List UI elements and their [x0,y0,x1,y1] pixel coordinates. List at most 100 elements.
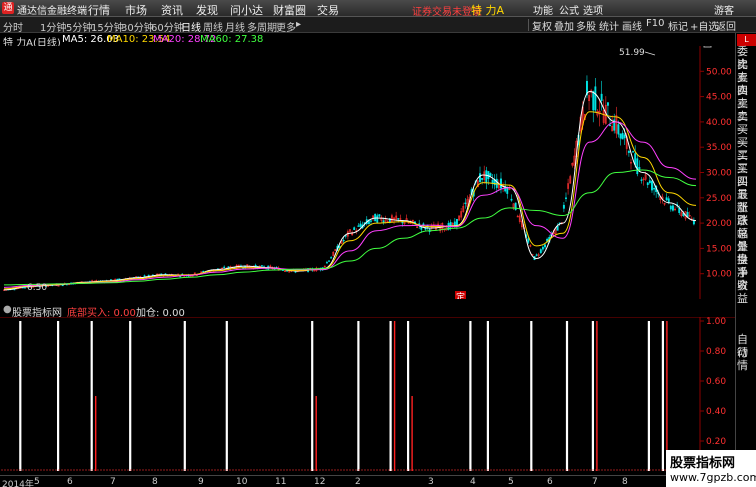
main-indicator-line: 特 力A (日线) MA5: 26.03 MA10: 23.54 MA20: 2… [0,33,700,49]
statistics-button[interactable]: 统计 [597,18,621,33]
candle-body [376,215,379,223]
candle-body [627,150,630,153]
candle-body [325,262,328,264]
site-watermark: 股票指标网 www.7gpzb.com [666,450,756,487]
date-tick-2: 6 [67,477,73,487]
sub-y-axis-label: 0.20 [706,437,726,447]
side-tab-20[interactable]: 行情 [737,346,756,372]
date-tick-3: 7 [110,477,116,487]
date-tick-12: 5 [508,477,514,487]
candle-body [594,86,597,111]
period-monthly[interactable]: 月线 [225,19,245,34]
high-price-label: 51.99 [619,48,645,58]
candle-body [260,265,263,267]
indicator-settings-icon[interactable]: ● [3,304,12,315]
adjust-button[interactable]: 复权 [530,18,554,33]
overlay-button[interactable]: 叠加 [552,18,576,33]
candle-body [357,225,360,227]
candle-body [464,202,467,204]
date-tick-9: 2 [355,477,361,487]
menu-guest[interactable]: 游客 [714,2,734,17]
y-axis-label: 30.00 [706,169,732,179]
menu-wealth-circle[interactable]: 财富圈 [273,2,306,18]
candle-body [202,270,205,273]
more-arrow-icon[interactable]: ▸ [296,19,301,30]
menu-news[interactable]: 资讯 [161,2,183,18]
candle-body [648,180,651,184]
candle-body [378,214,381,217]
candle-body [606,102,609,106]
menu-functions[interactable]: 功能 [533,2,553,17]
candle-body [510,198,513,201]
back-button[interactable]: 返回 [714,18,738,33]
period-daily[interactable]: 日线 [181,19,201,34]
menu-market[interactable]: 市场 [125,2,147,18]
y-axis-label: 35.00 [706,143,732,153]
candle-body [374,213,377,222]
watermark-title: 股票指标网 [670,456,736,471]
multi-stock-button[interactable]: 多股 [574,18,598,33]
candle-body [487,171,490,180]
candle-body [623,134,626,139]
menu-trade[interactable]: 交易 [317,2,339,18]
event-marker-label[interactable]: 定 [456,291,465,299]
menu-options[interactable]: 选项 [583,2,603,17]
date-tick-14: 7 [592,477,598,487]
candle-body [506,187,509,194]
candle-body [422,223,425,225]
date-tick-7: 11 [275,477,287,487]
candle-body [495,178,498,188]
candle-body [527,238,530,243]
y-axis-label: 50.00 [706,67,732,77]
period-30min[interactable]: 30分钟 [121,19,154,34]
period-multi[interactable]: 多周期 [247,19,277,34]
menu-assistant[interactable]: 问小达 [230,2,263,18]
candle-body [669,205,672,210]
candle-body [541,246,544,250]
candle-body [143,275,146,277]
candle-body [328,260,330,262]
candle-body [344,235,347,237]
y-axis-label: 45.00 [706,93,732,103]
menu-bar: 通 通达信金融终端 行情 市场 资讯 发现 问小达 财富圈 交易 证券交易未登录… [0,0,756,18]
menu-discover[interactable]: 发现 [196,2,218,18]
candle-body [353,227,356,230]
candle-body [686,212,689,218]
candle-body [592,91,595,111]
candle-body [118,278,121,280]
sub-y-axis-label: 0.80 [706,347,726,357]
mark-button[interactable]: 标记 [666,18,690,33]
period-more[interactable]: 更多 [276,19,296,34]
candle-body [330,257,333,259]
period-1min[interactable]: 1分钟 [40,19,66,34]
f10-button[interactable]: F10 [644,18,666,32]
candle-body [619,133,622,139]
signal-indicator-chart[interactable]: 1.000.800.600.400.200.00 [0,317,735,475]
candle-body [556,225,559,231]
candle-body [481,178,484,180]
date-tick-11: 4 [470,477,476,487]
period-15min[interactable]: 15分钟 [91,19,124,34]
menu-formulas[interactable]: 公式 [559,2,579,17]
date-tick-8: 12 [314,477,326,487]
period-5min[interactable]: 5分钟 [66,19,92,34]
main-price-chart[interactable]: 50.00 45.00 40.00 35.00 30.00 25.00 20.00 15.00… [0,46,735,299]
period-intraday[interactable]: 分时 [3,19,23,34]
candle-body [617,124,620,135]
side-tab-18[interactable]: 收益 [737,279,756,305]
period-60min[interactable]: 60分钟 [151,19,184,34]
candle-body [609,124,611,127]
candle-body [667,198,670,203]
candle-body [24,287,26,289]
date-tick-13: 6 [547,477,553,487]
candle-body [638,167,641,170]
date-tick-5: 9 [198,477,204,487]
sub-indicator-line: ● 股票指标网 底部买入: 0.00 加仓: 0.00 [0,304,735,319]
candle-body [535,254,538,256]
candle-body [485,170,488,184]
date-tick-1: 5 [34,477,40,487]
draw-line-button[interactable]: 画线 [620,18,644,33]
menu-quotes[interactable]: 行情 [88,2,110,18]
app-logo-icon: 通 [2,2,14,14]
period-weekly[interactable]: 周线 [203,19,223,34]
